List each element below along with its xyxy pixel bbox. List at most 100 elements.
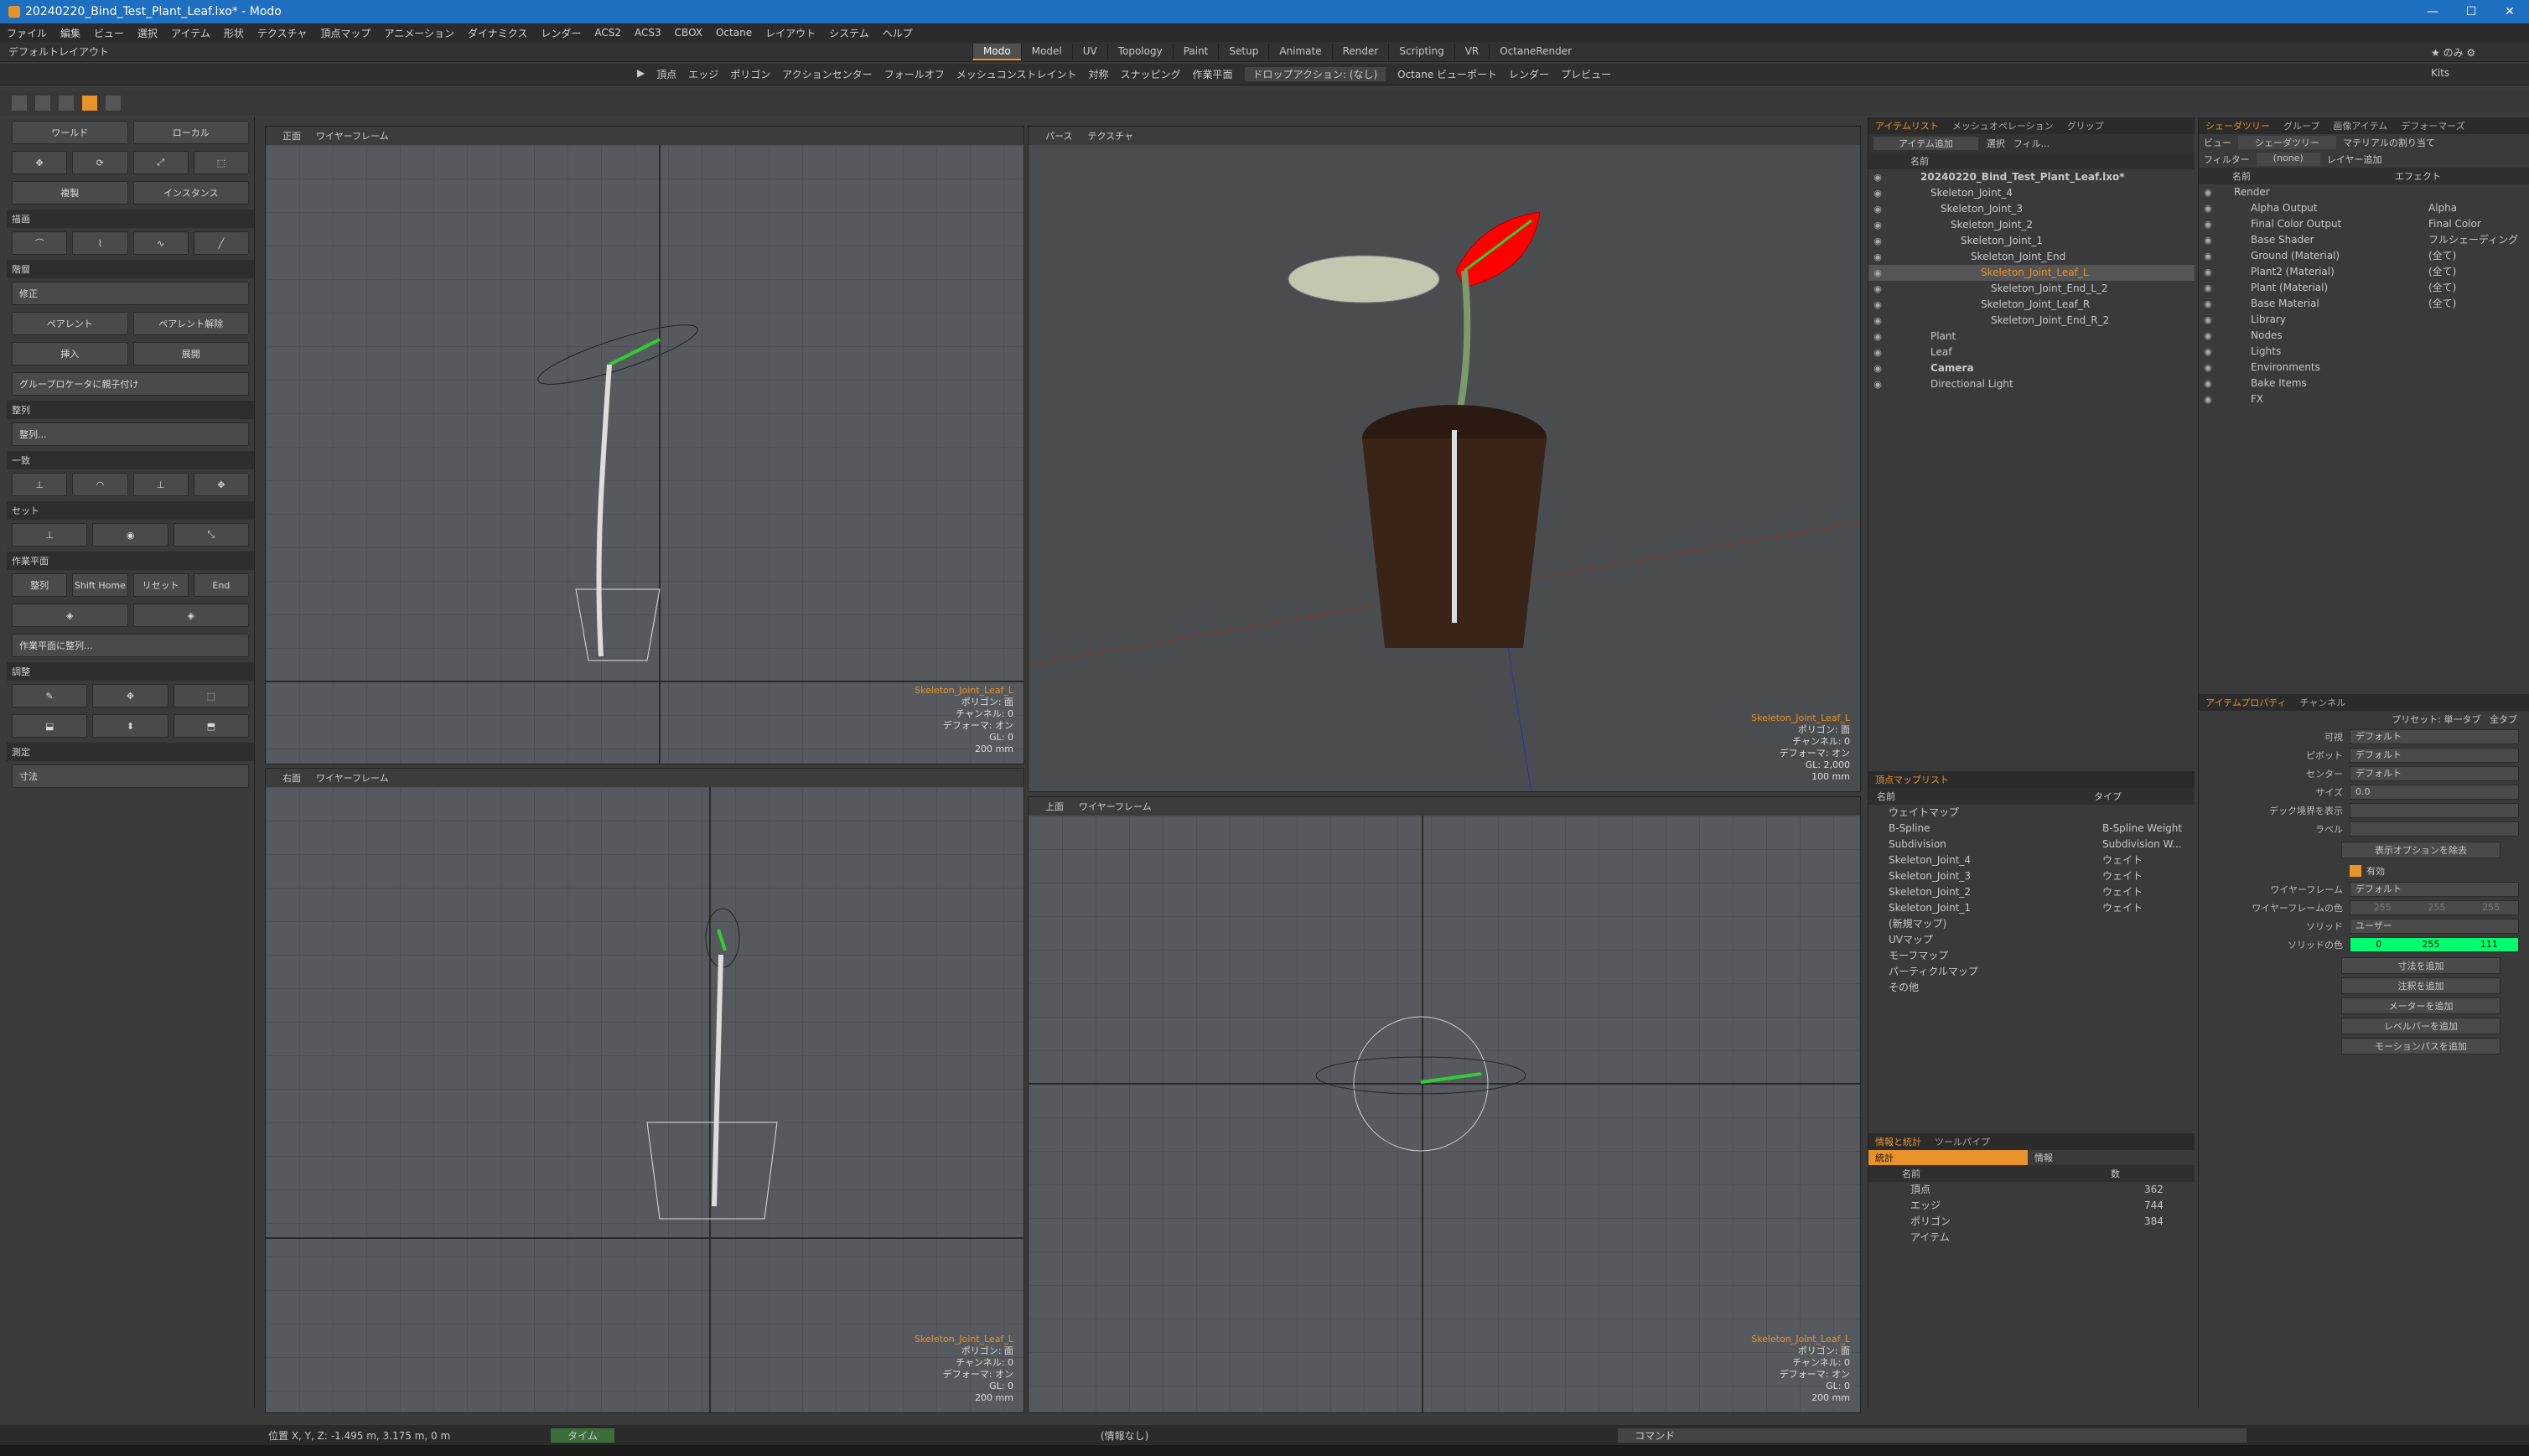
vertex-map-row[interactable]: (新規マップ) bbox=[1868, 916, 2195, 932]
shader-row[interactable]: ◉ FX bbox=[2199, 391, 2529, 407]
viewport-view-label[interactable]: 右面 bbox=[282, 771, 301, 785]
wire-color-field[interactable]: 255 255 255 bbox=[2350, 900, 2519, 915]
mode-tab[interactable]: Paint bbox=[1172, 44, 1219, 60]
adjust-tool-icon[interactable]: ⬚ bbox=[173, 684, 249, 707]
vertex-map-row[interactable]: モーフマップ bbox=[1868, 948, 2195, 964]
eye-icon[interactable]: ◉ bbox=[1868, 281, 1887, 297]
vertex-button[interactable]: 頂点 bbox=[656, 67, 676, 81]
property-value[interactable] bbox=[2350, 821, 2519, 837]
shader-row[interactable]: ◉ Base Material (全て) bbox=[2199, 296, 2529, 312]
adjust-tool-icon[interactable]: ⬓ bbox=[12, 714, 88, 738]
vertex-map-row[interactable]: Skeleton_Joint_2 ウェイト bbox=[1868, 884, 2195, 900]
solid-color-field[interactable]: 0 255 111 bbox=[2350, 937, 2519, 952]
tree-item[interactable]: ◉ Skeleton_Joint_4 bbox=[1868, 185, 2195, 201]
tool-icon[interactable] bbox=[35, 96, 50, 111]
add-button[interactable]: 注釈を追加 bbox=[2341, 977, 2500, 994]
measure-button[interactable]: 寸法 bbox=[12, 764, 249, 788]
transform-tool-icon[interactable]: ⬚ bbox=[193, 151, 249, 174]
mode-tab[interactable]: Topology bbox=[1106, 44, 1173, 60]
octane-viewport-button[interactable]: Octane ビューポート bbox=[1397, 67, 1497, 81]
info-subtab[interactable]: 情報 bbox=[2028, 1150, 2060, 1165]
stats-row[interactable]: ポリゴン 384 bbox=[1868, 1214, 2195, 1230]
select-tool-icon[interactable]: ▶ bbox=[637, 67, 645, 81]
stats-row[interactable]: アイテム bbox=[1868, 1230, 2195, 1246]
align-button[interactable]: 整列... bbox=[12, 422, 249, 446]
eye-icon[interactable]: ◉ bbox=[1868, 201, 1887, 217]
property-value[interactable]: デフォルト bbox=[2350, 729, 2519, 744]
menu-item[interactable]: ACS2 bbox=[588, 27, 628, 39]
tree-item[interactable]: ◉ Skeleton_Joint_2 bbox=[1868, 217, 2195, 233]
mode-tab[interactable]: Render bbox=[1331, 44, 1389, 60]
preview-button[interactable]: プレビュー bbox=[1561, 67, 1611, 81]
stats-row[interactable]: 頂点 362 bbox=[1868, 1182, 2195, 1198]
edge-button[interactable]: エッジ bbox=[688, 67, 718, 81]
viewport-view-label[interactable]: 上面 bbox=[1045, 800, 1064, 813]
eye-icon[interactable]: ◉ bbox=[2199, 328, 2217, 344]
add-button[interactable]: レベルバーを追加 bbox=[2341, 1018, 2500, 1034]
tree-item[interactable]: ◉ Skeleton_Joint_3 bbox=[1868, 201, 2195, 217]
wp-align-button[interactable]: 整列 bbox=[12, 573, 68, 597]
shader-row[interactable]: ◉ Environments bbox=[2199, 360, 2529, 376]
menu-item[interactable]: レンダー bbox=[534, 26, 588, 40]
wp-reset-button[interactable]: リセット bbox=[132, 573, 189, 597]
shader-row[interactable]: ◉ Lights bbox=[2199, 344, 2529, 360]
duplicate-button[interactable]: 複製 bbox=[12, 181, 128, 205]
action-center-button[interactable]: アクションセンター bbox=[782, 67, 872, 81]
correct-button[interactable]: 修正 bbox=[12, 282, 249, 305]
shader-filter-select[interactable]: (none) bbox=[2256, 153, 2320, 166]
menu-item[interactable]: テクスチャ bbox=[251, 26, 314, 40]
eye-icon[interactable]: ◉ bbox=[2199, 184, 2217, 200]
polygon-button[interactable]: ポリゴン bbox=[730, 67, 770, 81]
vertex-map-row[interactable]: Skeleton_Joint_1 ウェイト bbox=[1868, 900, 2195, 916]
shader-row[interactable]: ◉ Nodes bbox=[2199, 328, 2529, 344]
tab[interactable]: アイテムプロパティ bbox=[2199, 696, 2293, 709]
local-button[interactable]: ローカル bbox=[132, 121, 249, 144]
vertex-map-row[interactable]: B-Spline B-Spline Weight bbox=[1868, 821, 2195, 837]
set-tool-icon[interactable]: ⊥ bbox=[12, 523, 88, 547]
viewport-view-label[interactable]: パース bbox=[1045, 129, 1072, 142]
vertex-map-row[interactable]: その他 bbox=[1868, 980, 2195, 996]
workplane-icon[interactable]: ◈ bbox=[132, 604, 249, 627]
expand-button[interactable]: 展開 bbox=[132, 342, 249, 365]
eye-icon[interactable]: ◉ bbox=[2199, 200, 2217, 216]
viewport-top[interactable]: 上面 ワイヤーフレーム Skeleton_Joint_Leaf_L ポリゴン: 面… bbox=[1028, 796, 1861, 1413]
kits-button[interactable]: Kits bbox=[2431, 67, 2449, 79]
mode-tab[interactable]: VR bbox=[1454, 44, 1490, 60]
menu-item[interactable]: アニメーション bbox=[377, 26, 461, 40]
maximize-button[interactable]: ☐ bbox=[2452, 0, 2490, 23]
command-input[interactable]: コマンド bbox=[1618, 1428, 2247, 1443]
preset-select[interactable]: プリセット: 単一タブ bbox=[2392, 714, 2480, 725]
viewport-mode-label[interactable]: ワイヤーフレーム bbox=[316, 129, 389, 142]
wp-end-button[interactable]: End bbox=[193, 573, 249, 597]
layout-name[interactable]: デフォルトレイアウト bbox=[0, 44, 109, 59]
stats-row[interactable]: エッジ 744 bbox=[1868, 1198, 2195, 1214]
tree-item[interactable]: ◉ Plant bbox=[1868, 329, 2195, 345]
enabled-checkbox[interactable] bbox=[2350, 865, 2361, 877]
draw-tool-icon[interactable]: ╱ bbox=[193, 231, 249, 255]
viewport-view-label[interactable]: 正面 bbox=[282, 129, 301, 142]
tab[interactable]: グループ bbox=[2277, 119, 2326, 132]
eye-icon[interactable]: ◉ bbox=[1868, 376, 1887, 392]
eye-icon[interactable]: ◉ bbox=[2199, 312, 2217, 328]
eye-icon[interactable]: ◉ bbox=[1868, 249, 1887, 265]
tree-item[interactable]: ◉ Skeleton_Joint_Leaf_R bbox=[1868, 297, 2195, 313]
add-layer-button[interactable]: レイヤー追加 bbox=[2327, 153, 2382, 166]
eye-icon[interactable]: ◉ bbox=[2199, 391, 2217, 407]
tree-item[interactable]: ◉ Leaf bbox=[1868, 345, 2195, 360]
property-value[interactable]: デフォルト bbox=[2350, 766, 2519, 781]
tree-item[interactable]: ◉ Camera bbox=[1868, 360, 2195, 376]
menu-item[interactable]: 選択 bbox=[131, 26, 164, 40]
property-value[interactable]: 0.0 bbox=[2350, 785, 2519, 800]
eye-icon[interactable]: ◉ bbox=[1868, 169, 1887, 185]
eye-icon[interactable]: ◉ bbox=[2199, 376, 2217, 391]
tab[interactable]: グリップ bbox=[2060, 119, 2111, 132]
material-assign-button[interactable]: マテリアルの割り当て bbox=[2343, 136, 2435, 149]
eye-icon[interactable]: ◉ bbox=[2199, 248, 2217, 264]
tool-icon[interactable] bbox=[82, 96, 97, 111]
tree-item[interactable]: ◉ Skeleton_Joint_Leaf_L bbox=[1868, 265, 2195, 281]
workplane-icon[interactable]: ◈ bbox=[12, 604, 128, 627]
add-button[interactable]: モーションパスを追加 bbox=[2341, 1038, 2500, 1054]
tool-icon[interactable] bbox=[106, 96, 121, 111]
draw-tool-icon[interactable]: ⌒ bbox=[12, 231, 68, 255]
viewport-mode-label[interactable]: ワイヤーフレーム bbox=[316, 771, 389, 785]
